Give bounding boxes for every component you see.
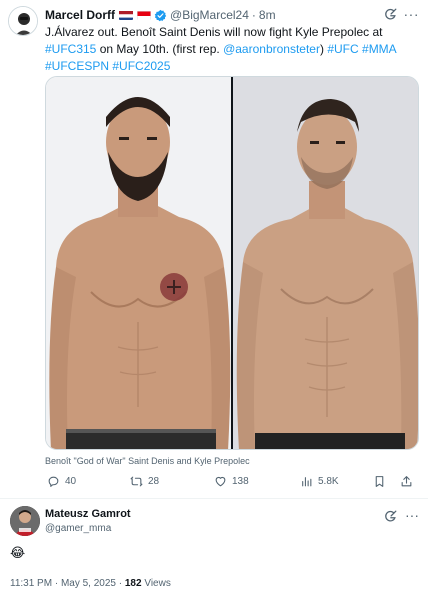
reply-timestamp[interactable]: 11:31 PM · May 5, 2025 ·: [10, 578, 125, 589]
views-button[interactable]: 5.8K: [300, 472, 339, 490]
like-button[interactable]: 138: [214, 472, 249, 490]
bookmark-icon: [375, 475, 384, 487]
like-count: 138: [232, 475, 249, 487]
bookmark-button[interactable]: [373, 472, 391, 490]
tweet-header: Marcel Dorff @BigMarcel24 · 8m: [45, 6, 418, 24]
reply-author-avatar[interactable]: [10, 506, 40, 536]
grok-icon[interactable]: [383, 509, 398, 524]
indonesia-flag-icon: [137, 10, 152, 20]
tweet-time[interactable]: 8m: [259, 8, 276, 22]
reply-views-label: Views: [141, 578, 171, 589]
reply-meta: 11:31 PM · May 5, 2025 · 182 Views: [10, 578, 171, 589]
tweet[interactable]: Marcel Dorff @BigMarcel24 · 8m ··· J.Álv…: [0, 0, 428, 494]
tweet-text-link[interactable]: @aaronbronsteter: [223, 42, 320, 56]
analytics-icon: [302, 476, 312, 486]
views-count: 5.8K: [318, 475, 339, 487]
header-separator: ·: [251, 8, 256, 22]
repost-count: 28: [148, 475, 160, 487]
verified-badge-icon: [154, 9, 167, 22]
tweet-text-link[interactable]: #UFCESPN: [45, 59, 109, 73]
heart-icon: [215, 476, 226, 486]
more-options-icon[interactable]: ···: [404, 7, 420, 21]
netherlands-flag-icon: [119, 10, 134, 20]
tweet-text-link[interactable]: #MMA: [362, 42, 396, 56]
reply-author-handle[interactable]: @gamer_mma: [45, 523, 111, 534]
more-options-icon[interactable]: ···: [405, 508, 419, 522]
tweet-media[interactable]: [45, 76, 419, 450]
tweet-text-link[interactable]: #UFC2025: [112, 59, 170, 73]
tweet-text-link[interactable]: #UFC315: [45, 42, 96, 56]
tweet-text: J.Álvarez out. Benoît Saint Denis will n…: [45, 24, 423, 75]
tweet-text-segment: on May 10th. (first rep.: [96, 42, 224, 56]
tweet-separator: [0, 498, 428, 499]
tweet-actions: 40 28 138 5.8K: [45, 472, 419, 490]
reply-icon: [48, 476, 59, 487]
reply-author-name[interactable]: Mateusz Gamrot: [45, 508, 131, 520]
reply-text: 😂: [10, 545, 26, 560]
share-icon: [401, 475, 412, 486]
share-button[interactable]: [400, 472, 418, 490]
reply-views-count: 182: [124, 578, 142, 589]
author-name[interactable]: Marcel Dorff: [45, 8, 115, 22]
reply-button[interactable]: 40: [47, 472, 76, 490]
media-caption: Benoît "God of War" Saint Denis and Kyle…: [45, 456, 250, 466]
tweet-text-link[interactable]: #UFC: [327, 42, 358, 56]
repost-button[interactable]: 28: [130, 472, 159, 490]
tweet-text-segment: J.Álvarez out. Benoît Saint Denis will n…: [45, 25, 383, 39]
fighter-photo-right[interactable]: [233, 77, 418, 449]
reply-count: 40: [65, 475, 77, 487]
grok-icon[interactable]: [383, 7, 398, 22]
author-handle[interactable]: @BigMarcel24: [170, 8, 249, 22]
repost-icon: [130, 476, 143, 486]
author-avatar[interactable]: [8, 6, 38, 36]
fighter-photo-left[interactable]: [46, 77, 231, 449]
